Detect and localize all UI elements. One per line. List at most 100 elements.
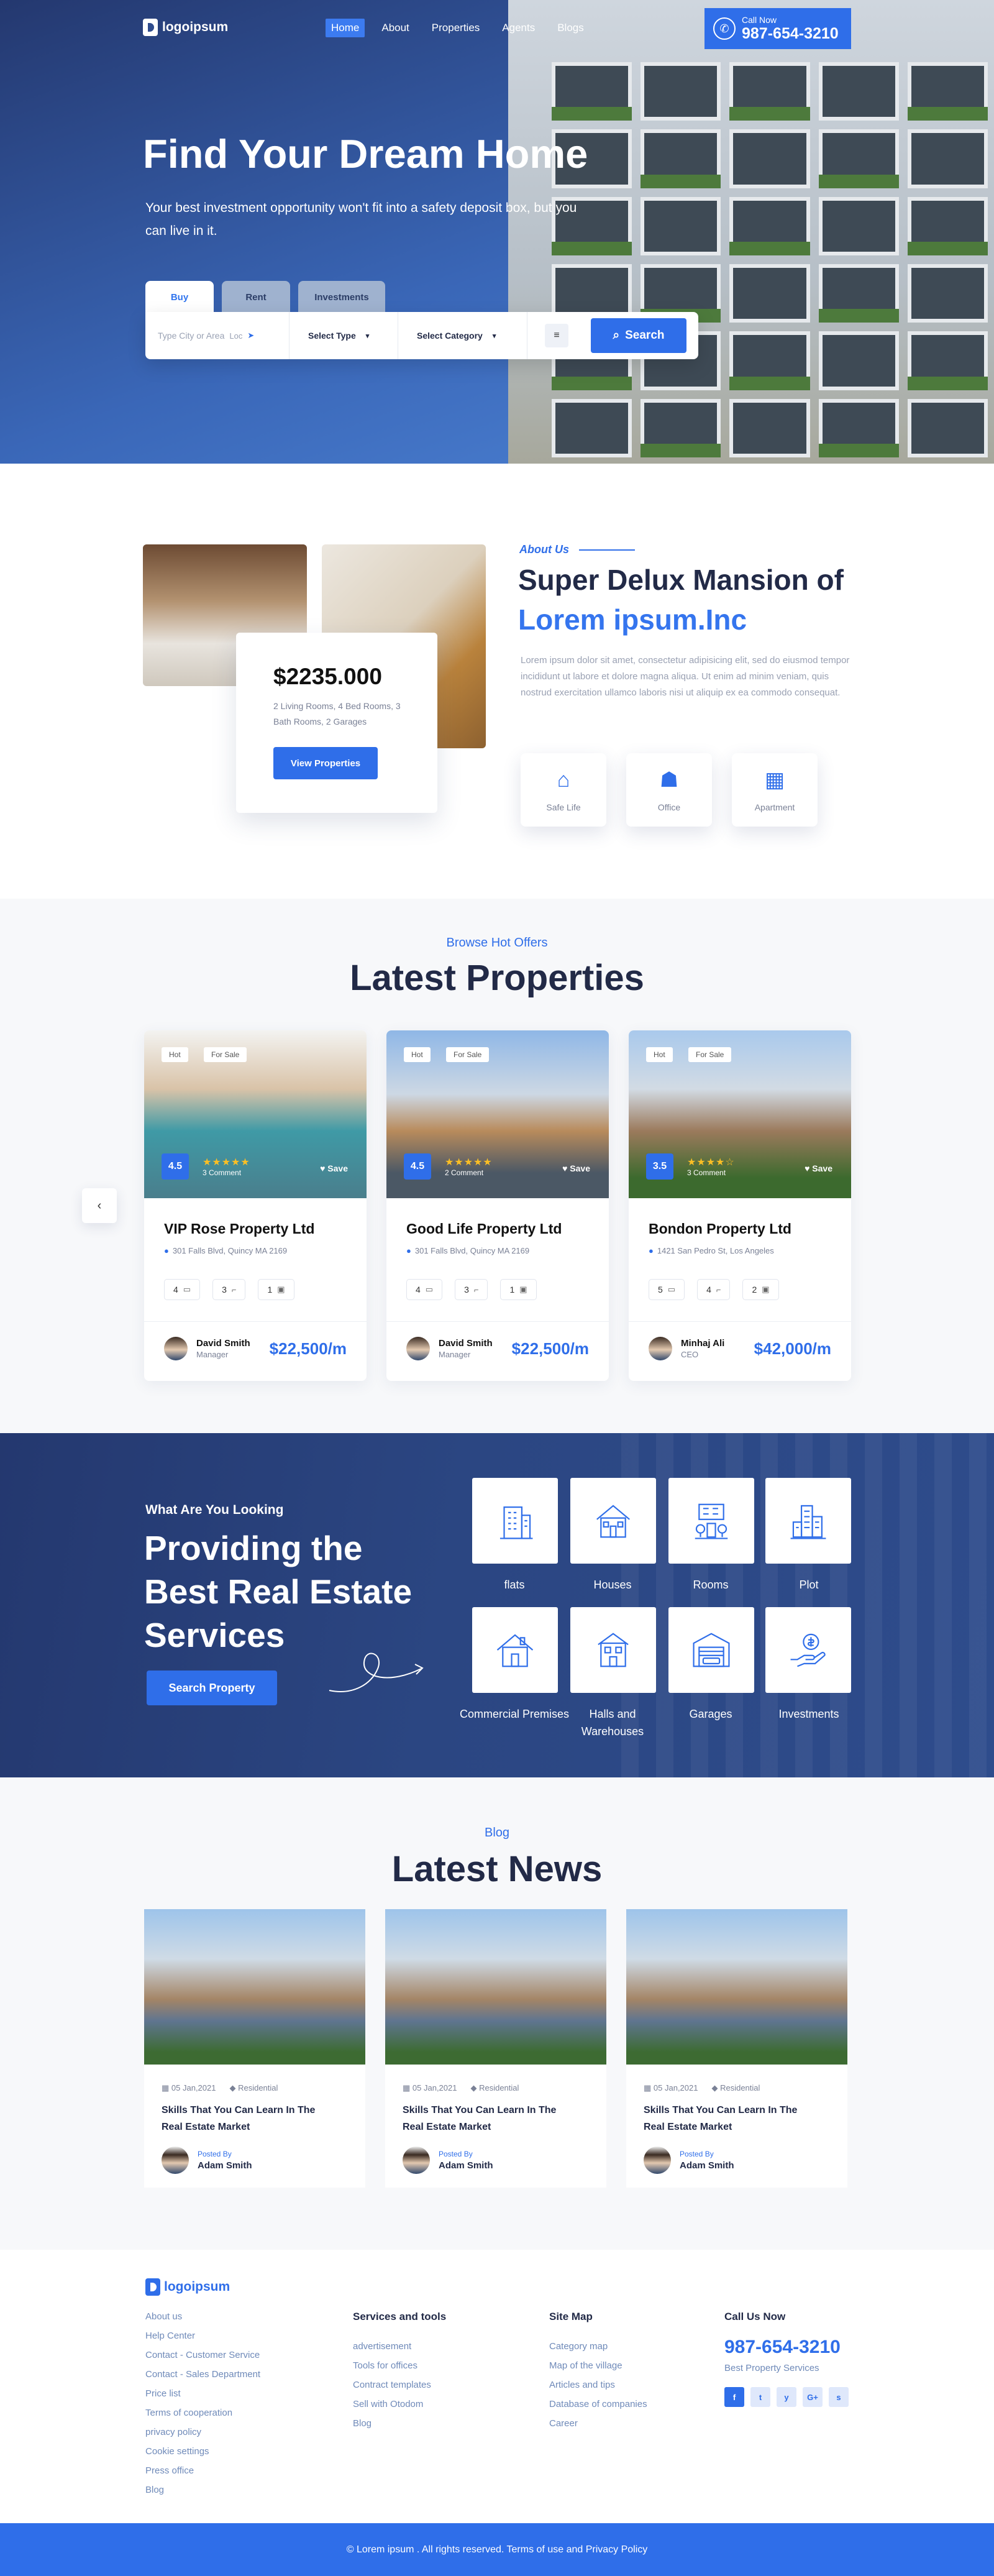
location-arrow-icon: ➤ xyxy=(247,331,255,340)
service-tile-investments[interactable] xyxy=(765,1607,851,1693)
footer-link[interactable]: Contact - Customer Service xyxy=(145,2345,260,2365)
tab-rent[interactable]: Rent xyxy=(222,281,290,313)
footer-link[interactable]: Career xyxy=(549,2414,647,2433)
service-tile-commercial[interactable] xyxy=(472,1607,558,1693)
category-text: Residential xyxy=(238,2083,278,2092)
service-tile-rooms[interactable] xyxy=(668,1478,754,1564)
service-tile-flats[interactable] xyxy=(472,1478,558,1564)
service-tile-halls[interactable] xyxy=(570,1607,656,1693)
date: ▦ 05 Jan,2021 xyxy=(162,2083,216,2093)
nav-properties[interactable]: Properties xyxy=(426,19,485,37)
property-title[interactable]: VIP Rose Property Ltd xyxy=(164,1221,347,1237)
nav-blogs[interactable]: Blogs xyxy=(552,19,590,37)
category[interactable]: ◆ Residential xyxy=(711,2083,760,2093)
hero-building-image xyxy=(508,0,994,464)
footer-phone[interactable]: 987-654-3210 xyxy=(724,2337,849,2358)
facebook-icon[interactable]: f xyxy=(724,2387,744,2407)
avatar xyxy=(649,1337,672,1360)
footer-link[interactable]: privacy policy xyxy=(145,2422,260,2442)
save-button[interactable]: ♥ Save xyxy=(320,1163,348,1173)
property-title[interactable]: Bondon Property Ltd xyxy=(649,1221,831,1237)
bed-icon: ▭ xyxy=(425,1285,434,1294)
garage-icon: ▣ xyxy=(519,1285,527,1294)
property-card[interactable]: Hot For Sale 4.5 ★★★★★ 2 Comment ♥ Save … xyxy=(386,1030,609,1381)
agent-name: David Smith xyxy=(439,1338,493,1349)
logo[interactable]: logoipsum xyxy=(143,19,228,36)
service-tile-plot[interactable] xyxy=(765,1478,851,1564)
blog-post-title[interactable]: Skills That You Can Learn In The Real Es… xyxy=(626,2093,837,2135)
garage-count: 1 xyxy=(509,1285,515,1295)
footer-link[interactable]: Blog xyxy=(145,2480,260,2500)
blog-card[interactable]: ▦ 05 Jan,2021 ◆ Residential Skills That … xyxy=(626,1909,847,2188)
call-now-button[interactable]: ✆ Call Now 987-654-3210 xyxy=(704,8,851,49)
beds-chip: 4 ▭ xyxy=(164,1279,201,1300)
footer-link[interactable]: Articles and tips xyxy=(549,2375,647,2395)
feature-apartment[interactable]: ▦ Apartment xyxy=(732,753,818,827)
save-button[interactable]: ♥ Save xyxy=(805,1163,832,1173)
footer-link[interactable]: advertisement xyxy=(353,2337,446,2356)
footer-link[interactable]: Press office xyxy=(145,2461,260,2480)
location-button[interactable]: Loc xyxy=(229,331,242,341)
tab-buy[interactable]: Buy xyxy=(145,281,214,313)
filter-icon[interactable]: ≡ xyxy=(545,324,568,347)
footer-link[interactable]: Contract templates xyxy=(353,2375,446,2395)
footer-link[interactable]: Sell with Otodom xyxy=(353,2395,446,2414)
service-tile-garages[interactable] xyxy=(668,1607,754,1693)
footer-link[interactable]: Contact - Sales Department xyxy=(145,2365,260,2384)
service-label: Halls and Warehouses xyxy=(581,1708,644,1738)
twitter-icon[interactable]: t xyxy=(750,2387,770,2407)
footer-link[interactable]: Map of the village xyxy=(549,2356,647,2375)
youtube-icon[interactable]: y xyxy=(777,2387,796,2407)
search-input[interactable]: Type City or Area Loc ➤ xyxy=(145,312,290,359)
property-footer: Minhaj Ali CEO $42,000/m xyxy=(629,1321,851,1360)
feature-safe-life[interactable]: ⌂ Safe Life xyxy=(521,753,606,827)
footer-logo[interactable]: logoipsum xyxy=(145,2278,230,2296)
footer-link[interactable]: Cookie settings xyxy=(145,2442,260,2461)
search-property-button[interactable]: Search Property xyxy=(147,1671,277,1705)
footer-link[interactable]: Database of companies xyxy=(549,2395,647,2414)
avatar xyxy=(162,2147,189,2174)
save-button[interactable]: ♥ Save xyxy=(562,1163,590,1173)
skype-icon[interactable]: s xyxy=(829,2387,849,2407)
nav-home[interactable]: Home xyxy=(326,19,365,37)
blog-post-title[interactable]: Skills That You Can Learn In The Real Es… xyxy=(385,2093,596,2135)
feature-office[interactable]: ☗ Office xyxy=(626,753,712,827)
view-properties-button[interactable]: View Properties xyxy=(273,747,378,779)
footer-link[interactable]: About us xyxy=(145,2307,260,2326)
footer-link[interactable]: Price list xyxy=(145,2384,260,2403)
footer-link[interactable]: Terms of cooperation xyxy=(145,2403,260,2422)
nav-agents[interactable]: Agents xyxy=(496,19,540,37)
blog-post-title[interactable]: Skills That You Can Learn In The Real Es… xyxy=(144,2093,355,2135)
category[interactable]: ◆ Residential xyxy=(470,2083,519,2093)
author-name: Adam Smith xyxy=(198,2160,252,2171)
beds-count: 4 xyxy=(173,1285,178,1295)
footer-link[interactable]: Blog xyxy=(353,2414,446,2433)
footer-link[interactable]: Category map xyxy=(549,2337,647,2356)
badge-hot: Hot xyxy=(162,1047,188,1062)
property-card[interactable]: Hot For Sale 3.5 ★★★★☆ 3 Comment ♥ Save … xyxy=(629,1030,851,1381)
baths-count: 3 xyxy=(464,1285,469,1295)
nav-about[interactable]: About xyxy=(376,19,414,37)
tab-investments[interactable]: Investments xyxy=(298,281,385,313)
carousel-prev-button[interactable]: ‹ xyxy=(82,1188,117,1223)
footer-link[interactable]: Help Center xyxy=(145,2326,260,2345)
avatar xyxy=(644,2147,671,2174)
logo-text: logoipsum xyxy=(164,2280,230,2294)
service-tile-houses[interactable] xyxy=(570,1478,656,1564)
save-label: Save xyxy=(812,1163,832,1173)
blog-card[interactable]: ▦ 05 Jan,2021 ◆ Residential Skills That … xyxy=(144,1909,365,2188)
property-card[interactable]: Hot For Sale 4.5 ★★★★★ 3 Comment ♥ Save … xyxy=(144,1030,367,1381)
footer-link[interactable]: Tools for offices xyxy=(353,2356,446,2375)
about-tag-line xyxy=(579,549,635,551)
category[interactable]: ◆ Residential xyxy=(229,2083,278,2093)
blog-card[interactable]: ▦ 05 Jan,2021 ◆ Residential Skills That … xyxy=(385,1909,606,2188)
type-select[interactable]: Select Type ▾ xyxy=(290,312,398,359)
search-button[interactable]: ⌕ Search xyxy=(591,318,686,353)
service-label: Commercial Premises xyxy=(459,1708,570,1720)
category-select[interactable]: Select Category ▾ xyxy=(398,312,527,359)
footer-col-title: Services and tools xyxy=(353,2311,447,2322)
google-plus-icon[interactable]: G+ xyxy=(803,2387,823,2407)
author-name: Adam Smith xyxy=(680,2160,734,2171)
search-tabs: Buy Rent Investments xyxy=(145,281,385,313)
property-title[interactable]: Good Life Property Ltd xyxy=(406,1221,589,1237)
